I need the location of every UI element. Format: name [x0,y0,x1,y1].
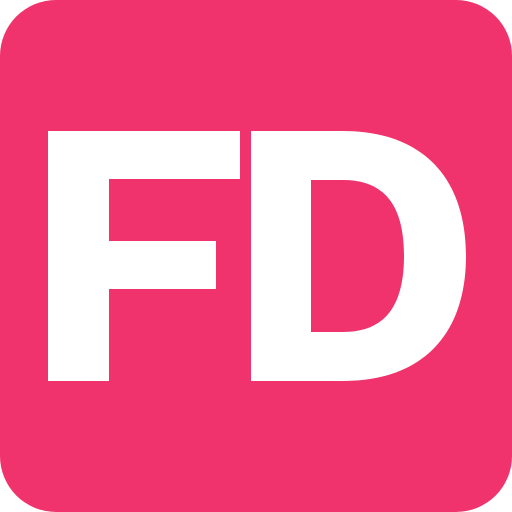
letter-d-glyph [251,131,466,381]
app-icon-tile [0,0,512,512]
letter-f-glyph [48,131,240,381]
fd-monogram-logo [48,131,466,381]
